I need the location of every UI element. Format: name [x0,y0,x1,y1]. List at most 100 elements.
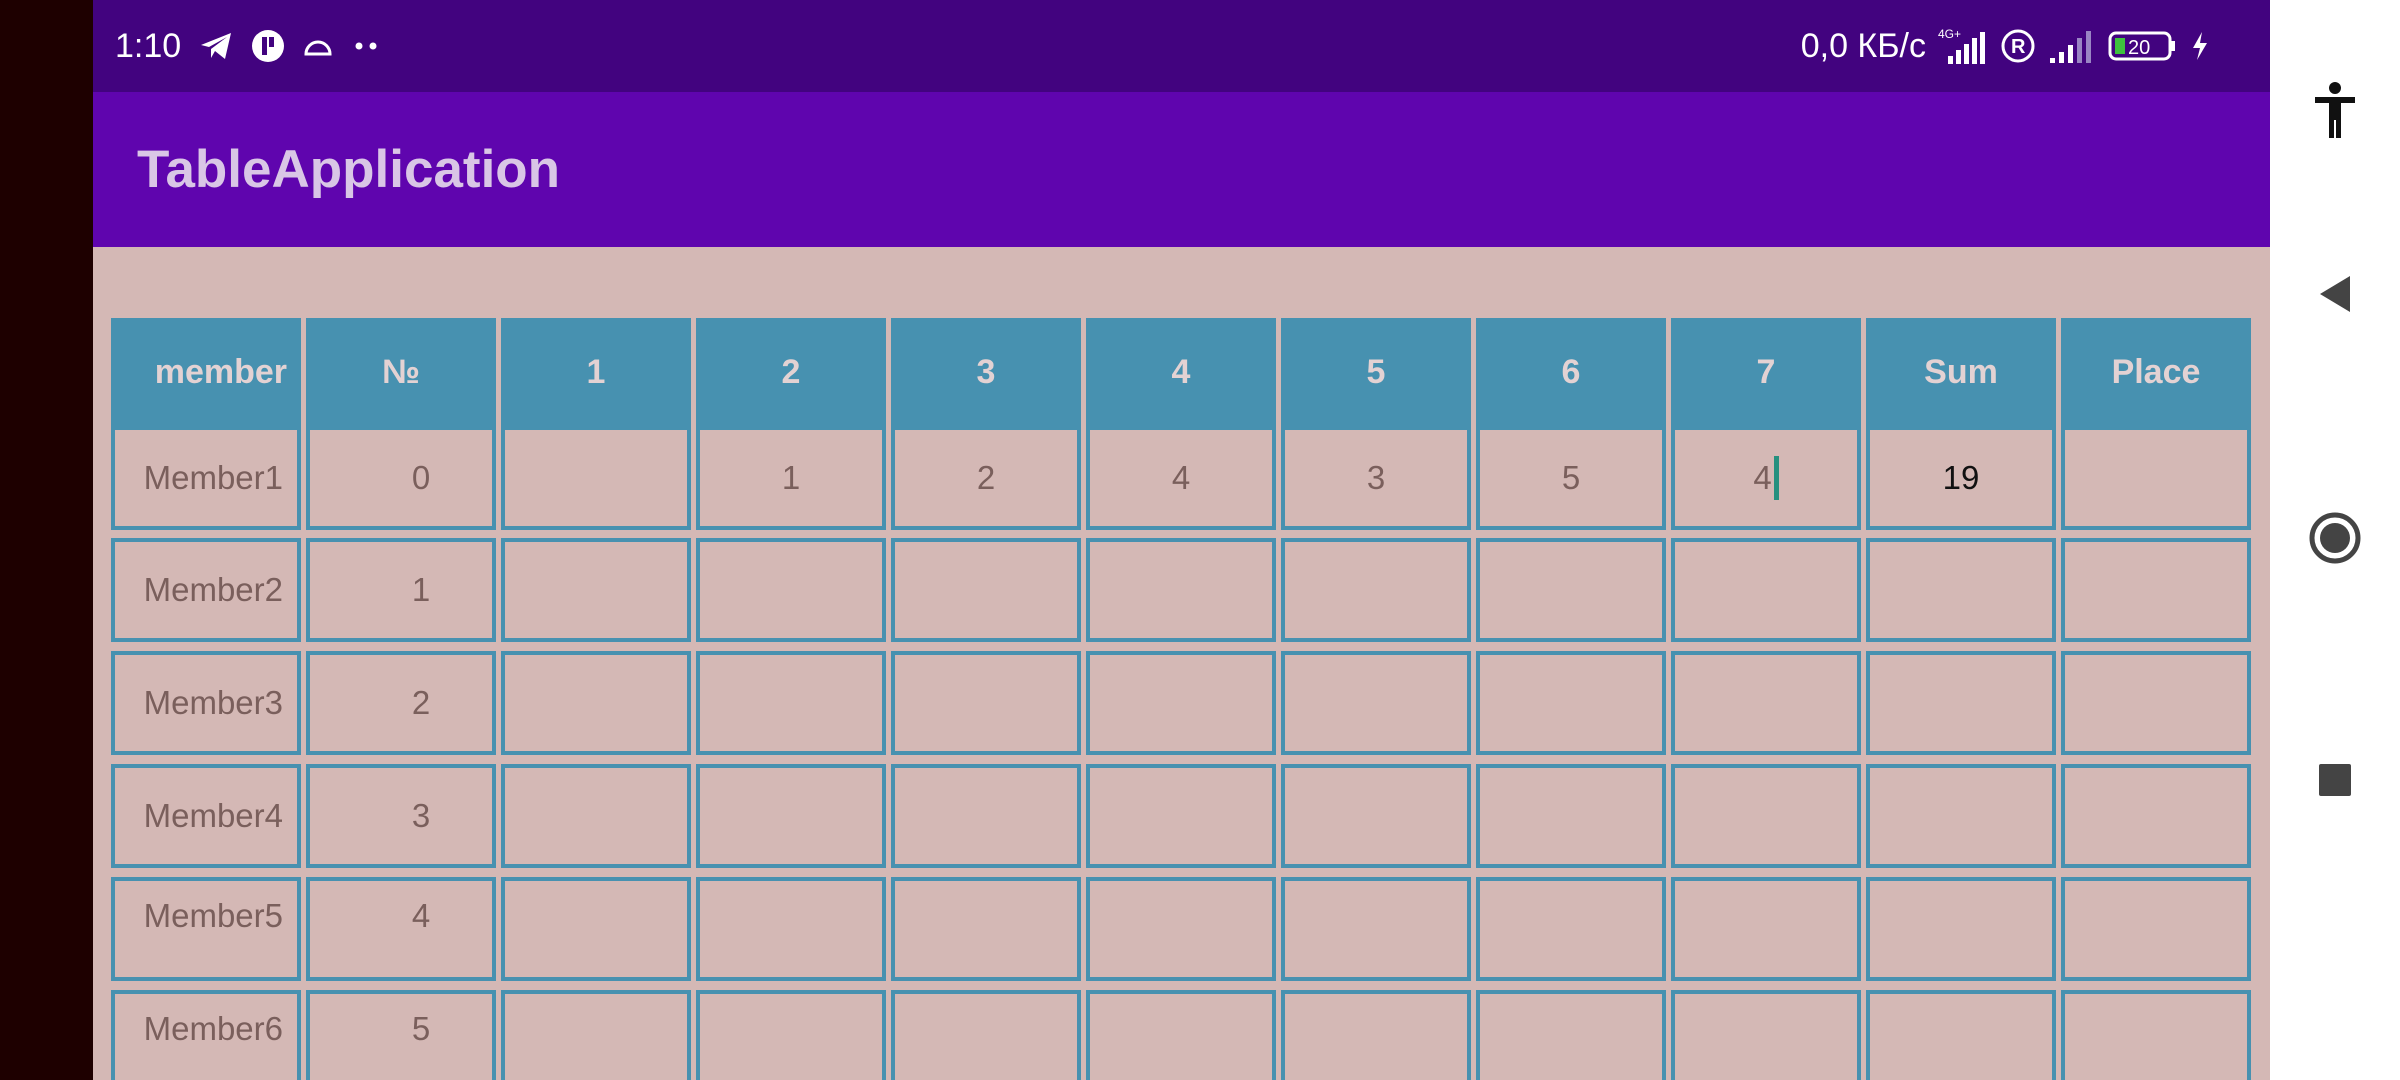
header-number: № [306,318,496,426]
table-header-row: member № 1 2 3 4 5 6 7 Sum Place [111,318,2251,426]
score-cell[interactable] [501,764,691,868]
table-row: Member2 1 [111,538,2251,642]
telegram-icon [199,31,233,61]
score-cell[interactable] [1086,651,1276,755]
app-notification-icon [251,29,285,63]
score-cell[interactable] [1086,877,1276,981]
place-cell [2061,764,2251,868]
header-member: member [111,318,301,426]
score-cell[interactable] [696,538,886,642]
header-round-3: 3 [891,318,1081,426]
score-cell[interactable] [696,764,886,868]
score-cell[interactable] [891,538,1081,642]
score-cell[interactable]: 1 [696,426,886,530]
score-cell[interactable] [501,651,691,755]
score-cell[interactable] [501,426,691,530]
score-cell[interactable] [501,538,691,642]
sum-cell [1866,764,2056,868]
score-cell[interactable] [501,990,691,1080]
score-cell[interactable] [891,877,1081,981]
status-right: 0,0 КБ/с 4G+ R 20 [1801,0,2210,92]
score-cell[interactable] [1281,990,1471,1080]
score-cell[interactable] [891,651,1081,755]
header-round-4: 4 [1086,318,1276,426]
header-round-1: 1 [501,318,691,426]
score-cell[interactable] [1086,538,1276,642]
home-icon [2308,511,2362,570]
place-cell [2061,990,2251,1080]
member-name-cell[interactable]: Member6 [111,990,301,1080]
header-round-5: 5 [1281,318,1471,426]
sum-cell [1866,990,2056,1080]
score-cell[interactable] [1671,990,1861,1080]
score-cell[interactable]: 4 [1086,426,1276,530]
svg-text:R: R [2011,36,2026,58]
table-row: Member3 2 [111,651,2251,755]
member-number-cell: 3 [306,764,496,868]
score-cell[interactable] [1476,990,1666,1080]
member-name-cell[interactable]: Member2 [111,538,301,642]
network-type-label: 4G+ [1938,27,1961,41]
accessibility-icon [2313,80,2357,145]
score-cell[interactable] [1281,877,1471,981]
recents-button[interactable] [2270,762,2400,803]
roaming-icon: R [2000,28,2036,64]
score-cell[interactable]: 5 [1476,426,1666,530]
score-cell[interactable] [1281,651,1471,755]
more-notifications-icon [351,41,381,51]
score-cell-focused[interactable]: 4 [1671,426,1861,530]
table-row: Member6 5 [111,990,2251,1080]
member-number-cell: 0 [306,426,496,530]
score-cell[interactable] [696,877,886,981]
status-bar: 1:10 0,0 КБ/с 4G+ R 20 [93,0,2270,92]
score-cell[interactable] [696,651,886,755]
sum-cell [1866,538,2056,642]
member-name-cell[interactable]: Member3 [111,651,301,755]
member-name-cell[interactable]: Member1 [111,426,301,530]
place-cell [2061,426,2251,530]
battery-level: 20 [2128,37,2150,59]
score-cell[interactable] [891,764,1081,868]
cloud-icon [303,34,333,58]
score-cell[interactable] [1671,651,1861,755]
score-cell[interactable] [1671,764,1861,868]
app-title: TableApplication [137,140,561,199]
sum-cell [1866,877,2056,981]
score-cell[interactable] [1671,877,1861,981]
member-name-cell[interactable]: Member5 [111,877,301,981]
score-cell[interactable] [1671,538,1861,642]
member-name-cell[interactable]: Member4 [111,764,301,868]
app-screen: 1:10 0,0 КБ/с 4G+ R 20 TableApplication … [93,0,2270,1080]
screen-cutout [0,0,93,1080]
sum-cell [1866,651,2056,755]
sum-cell: 19 [1866,426,2056,530]
score-cell[interactable] [1086,764,1276,868]
score-cell[interactable] [1281,538,1471,642]
score-cell[interactable] [1476,877,1666,981]
back-button[interactable] [2270,270,2400,322]
score-cell[interactable] [1476,764,1666,868]
score-cell[interactable] [696,990,886,1080]
status-left: 1:10 [115,0,381,92]
member-number-cell: 5 [306,990,496,1080]
score-value: 4 [1753,459,1772,496]
navigation-bar [2270,0,2400,1080]
score-cell[interactable] [1476,538,1666,642]
status-time: 1:10 [115,26,182,65]
score-cell[interactable]: 3 [1281,426,1471,530]
battery-icon: 20 [2108,29,2178,63]
table-row: Member5 4 [111,877,2251,981]
score-cell[interactable] [1086,990,1276,1080]
recents-icon [2317,762,2353,803]
header-round-6: 6 [1476,318,1666,426]
accessibility-button[interactable] [2270,80,2400,144]
home-button[interactable] [2270,511,2400,570]
score-cell[interactable]: 2 [891,426,1081,530]
score-cell[interactable] [1476,651,1666,755]
score-cell[interactable] [1281,764,1471,868]
score-cell[interactable] [501,877,691,981]
place-cell [2061,651,2251,755]
header-round-2: 2 [696,318,886,426]
score-cell[interactable] [891,990,1081,1080]
header-place: Place [2061,318,2251,426]
